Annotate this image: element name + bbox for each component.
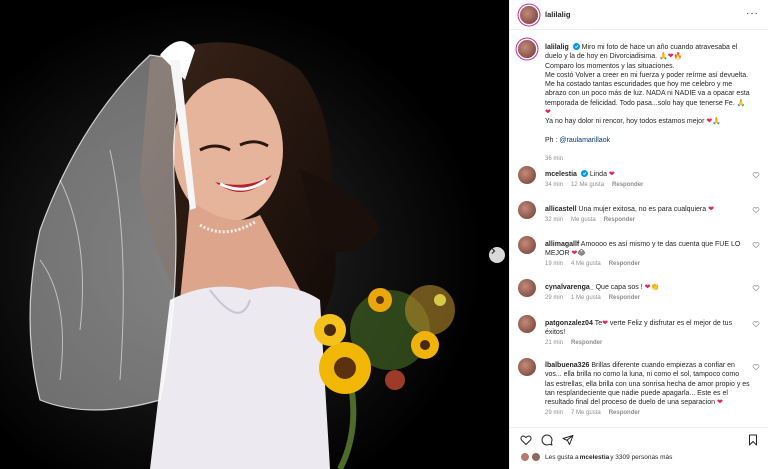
comment-time: 19 min <box>545 261 564 267</box>
reply-button[interactable]: Responder <box>609 295 640 301</box>
share-icon[interactable] <box>562 434 574 446</box>
reply-button[interactable]: Responder <box>609 410 640 416</box>
comment-avatar[interactable] <box>518 201 536 219</box>
comment-avatar[interactable] <box>518 236 536 254</box>
comments-feed[interactable]: lalilalig Miro mi foto de hace un año cu… <box>510 31 768 419</box>
comment-username[interactable]: allimagallf <box>545 241 579 248</box>
reply-button[interactable]: Responder <box>571 340 602 346</box>
comment-text: allimagallf Amoooo es así mismo y te das… <box>545 240 750 259</box>
heart-icon[interactable] <box>752 241 760 249</box>
more-options-icon[interactable]: ··· <box>746 9 759 19</box>
comment-likes[interactable]: 7 Me gusta <box>571 410 601 416</box>
post-header: lalilalig ··· <box>510 0 768 30</box>
caption-text: lalilalig Miro mi foto de hace un año cu… <box>545 43 750 145</box>
heart-icon[interactable] <box>752 284 760 292</box>
liked-by-prefix: Les gusta a <box>545 453 579 461</box>
heart-icon[interactable] <box>752 171 760 179</box>
caption-line-2: Comparo los momentos y las situaciones. <box>545 62 675 70</box>
comment-username[interactable]: patgonzalez04 <box>545 320 593 327</box>
fire-emoji-icon: 🔥 <box>673 53 683 61</box>
comment-meta: 32 min Me gusta Responder <box>545 217 643 223</box>
caption-username[interactable]: lalilalig <box>545 44 569 51</box>
photo-credit-prefix: Ph : <box>545 136 560 144</box>
caption-line-4: Ya no hay dolor ni rencor, hoy todos est… <box>545 118 705 126</box>
hands-emoji-icon: 🙏 <box>712 118 721 126</box>
comment-meta: 29 min 7 Me gusta Responder <box>545 410 648 416</box>
bride-photo-illustration <box>0 0 509 469</box>
comment-username[interactable]: lbalbuena326 <box>545 362 589 369</box>
reply-button[interactable]: Responder <box>612 182 643 188</box>
liked-by[interactable]: Les gusta a mcelestia y 3309 personas má… <box>520 452 672 462</box>
heart-emoji-icon: ❤ <box>708 206 714 213</box>
caption-avatar[interactable] <box>518 40 536 58</box>
laughing-emoji-icon: 😂 <box>577 250 586 258</box>
sparkles-emoji-icon: 🙏 <box>736 99 746 107</box>
comment-username[interactable]: allicastell <box>545 206 577 213</box>
comment-time: 29 min <box>545 295 564 301</box>
action-bar <box>510 427 768 449</box>
liked-by-user[interactable]: mcelestia <box>580 454 610 461</box>
bookmark-icon[interactable] <box>747 434 759 446</box>
comment-body: Te <box>594 320 603 327</box>
comment-username[interactable]: mcelestia <box>545 171 577 178</box>
caption-timestamp: 36 min <box>545 156 564 162</box>
verified-icon <box>580 170 588 177</box>
comment-avatar[interactable] <box>518 279 536 297</box>
heart-emoji-icon: ❤ <box>545 109 551 117</box>
comment-time: 29 min <box>545 410 564 416</box>
reply-button[interactable]: Responder <box>604 217 635 223</box>
comment-text: allicastell Una mujer exitosa, no es par… <box>545 205 750 214</box>
comment-likes[interactable]: 1 Me gusta <box>571 295 601 301</box>
comment-meta: 21 min Responder <box>545 340 610 346</box>
comment-text: cynalvarenga_ Que capa sos ! ❤👏 <box>545 283 750 292</box>
comment-time: 32 min <box>545 217 564 223</box>
heart-icon[interactable] <box>752 206 760 214</box>
praying-emoji-icon: 🙏 <box>659 53 668 61</box>
comment-body: Que capa sos ! <box>595 284 643 291</box>
comment-text: lbalbuena326 Brillas diferente cuando em… <box>545 361 750 407</box>
caption-line-3: Me costó Volver a creer en mi fuerza y p… <box>545 71 750 107</box>
author-avatar[interactable] <box>520 5 538 24</box>
liked-by-suffix: y 3309 personas más <box>610 453 673 461</box>
verified-icon <box>572 43 580 50</box>
post-side-panel: lalilalig ··· lalilalig Miro mi foto de … <box>509 0 768 469</box>
heart-emoji-icon: ❤ <box>608 171 615 178</box>
comment-text: mcelestia Linda ❤ <box>545 170 750 179</box>
clapping-emoji-icon: 👏 <box>650 284 660 291</box>
comment-likes[interactable]: Me gusta <box>571 217 596 223</box>
comment-meta: 34 min 12 Me gusta Responder <box>545 182 651 188</box>
comment-time: 21 min <box>545 340 564 346</box>
comment-text: patgonzalez04 Te❤ verte Feliz y disfruta… <box>545 319 750 338</box>
author-username[interactable]: lalilalig <box>545 10 570 19</box>
heart-emoji-icon: ❤ <box>602 320 608 327</box>
photo-credit-handle[interactable]: @raulamarillaok <box>559 137 610 144</box>
heart-icon[interactable] <box>520 434 532 446</box>
caption-time: 36 min <box>545 156 571 162</box>
comment-meta: 29 min 1 Me gusta Responder <box>545 295 648 301</box>
comment-avatar[interactable] <box>518 315 536 333</box>
heart-emoji-icon: ❤ <box>717 399 723 407</box>
comment-avatar[interactable] <box>518 358 536 376</box>
comment-username[interactable]: cynalvarenga_ <box>545 284 594 291</box>
chevron-right-icon <box>491 248 496 254</box>
carousel-next-button[interactable] <box>489 247 505 263</box>
heart-icon[interactable] <box>752 320 760 328</box>
comment-body: Linda <box>589 171 607 178</box>
liker-avatar <box>520 452 530 462</box>
liker-avatar <box>531 452 541 462</box>
comment-likes[interactable]: 12 Me gusta <box>571 182 604 188</box>
post-photo[interactable] <box>0 0 509 469</box>
comment-icon[interactable] <box>541 434 553 446</box>
comment-meta: 19 min 4 Me gusta Responder <box>545 261 648 267</box>
comment-likes[interactable]: 4 Me gusta <box>571 261 601 267</box>
comment-time: 34 min <box>545 182 564 188</box>
reply-button[interactable]: Responder <box>609 261 640 267</box>
comment-body: Una mujer exitosa, no es para cualquiera <box>578 206 707 213</box>
heart-icon[interactable] <box>752 363 760 371</box>
comment-avatar[interactable] <box>518 166 536 184</box>
